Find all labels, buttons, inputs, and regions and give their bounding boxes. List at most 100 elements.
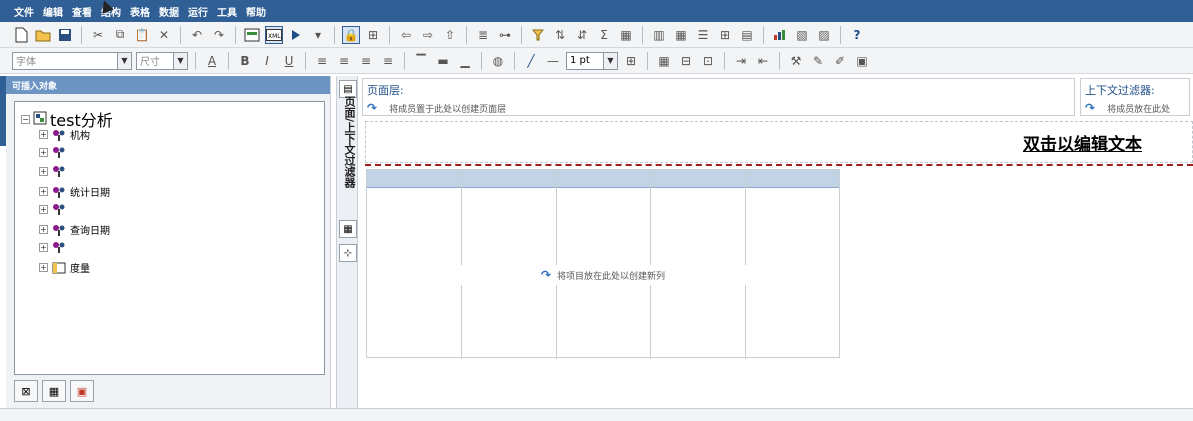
underline-button[interactable]: U	[280, 52, 298, 70]
line-color-icon[interactable]: ╱	[522, 52, 540, 70]
align-right-icon[interactable]: ≡	[357, 52, 375, 70]
crosstab-grid[interactable]: ↷ 将项目放在此处以创建新列	[366, 169, 840, 359]
xml-icon[interactable]: XML	[265, 25, 283, 44]
new-file-icon[interactable]	[12, 26, 30, 44]
insert-icon[interactable]: ▤	[738, 26, 756, 44]
table-border-icon[interactable]: ▦	[655, 52, 673, 70]
expand-icon[interactable]: +	[39, 166, 48, 176]
list-icon[interactable]: ≣	[474, 26, 492, 44]
filter-icon[interactable]	[529, 26, 547, 44]
paste-icon[interactable]: 📋	[133, 26, 151, 44]
align-left-icon[interactable]: ≡	[313, 52, 331, 70]
table-icon[interactable]: ▦	[672, 26, 690, 44]
undo-icon[interactable]: ↶	[188, 26, 206, 44]
layout-icon[interactable]: ⊞	[364, 26, 382, 44]
tools-icon[interactable]: ⚒	[787, 52, 805, 70]
font-select[interactable]: 字体 ▼	[12, 51, 132, 70]
align-justify-icon[interactable]: ≡	[379, 52, 397, 70]
image-icon[interactable]: ▣	[853, 52, 871, 70]
source-tab-icon[interactable]: ⊠	[14, 380, 38, 402]
brush-icon[interactable]: ✎	[809, 52, 827, 70]
dimension-icon	[52, 165, 66, 177]
open-folder-icon[interactable]	[34, 26, 52, 44]
collapse-icon[interactable]: −	[21, 114, 30, 124]
menu-view[interactable]: 查看	[72, 4, 92, 19]
toolbar-separator	[305, 51, 306, 70]
query-icon[interactable]	[243, 26, 261, 44]
line-style-icon[interactable]: —	[544, 52, 562, 70]
expand-icon[interactable]: +	[39, 204, 48, 214]
tree-item-dimension[interactable]: +	[39, 146, 70, 158]
valign-middle-icon[interactable]: ▬	[434, 52, 452, 70]
forward-arrow-icon[interactable]: ⇨	[419, 26, 437, 44]
table-layout-icon[interactable]: ▦	[339, 220, 357, 238]
font-size-select[interactable]: 尺寸 ▼	[136, 51, 188, 70]
up-arrow-icon[interactable]: ⇧	[441, 26, 459, 44]
data-items-tab-icon[interactable]: ▦	[42, 380, 66, 402]
fill-color-icon[interactable]: ◍	[489, 52, 507, 70]
save-icon[interactable]	[56, 26, 74, 44]
menu-help[interactable]: 帮助	[246, 4, 266, 19]
menu-table[interactable]: 表格	[130, 4, 150, 19]
expand-icon[interactable]: +	[39, 147, 48, 157]
clear-format-icon[interactable]: ✐	[831, 52, 849, 70]
menu-data[interactable]: 数据	[159, 4, 179, 19]
chart-settings-icon[interactable]: ▧	[793, 26, 811, 44]
line-width-select[interactable]: 1 pt ▼	[566, 51, 618, 70]
menu-file[interactable]: 文件	[14, 4, 34, 19]
run-icon[interactable]	[287, 26, 305, 44]
chart-icon[interactable]	[771, 26, 789, 44]
help-icon[interactable]: ?	[848, 26, 866, 44]
menu-tools[interactable]: 工具	[217, 4, 237, 19]
chart-edit-icon[interactable]: ▨	[815, 26, 833, 44]
format-icon[interactable]: ▦	[617, 26, 635, 44]
copy-icon[interactable]: ⧉	[111, 26, 129, 44]
header-text[interactable]: 双击以编辑文本	[1023, 130, 1142, 155]
sum-icon[interactable]: Σ	[595, 26, 613, 44]
tree-item-dimension[interactable]: +	[39, 203, 70, 215]
tree-item-dimension[interactable]: + 查询日期	[39, 222, 110, 237]
back-arrow-icon[interactable]: ⇦	[397, 26, 415, 44]
expand-icon[interactable]: +	[39, 187, 48, 196]
tree-item-measures[interactable]: + 度量	[39, 260, 90, 275]
lock-icon[interactable]: 🔒	[342, 25, 360, 44]
bold-button[interactable]: B	[236, 52, 254, 70]
italic-button[interactable]: I	[258, 52, 276, 70]
expand-icon[interactable]: +	[39, 130, 48, 139]
tree-item-dimension[interactable]: + 机构	[39, 127, 90, 142]
valign-top-icon[interactable]: ▔	[412, 52, 430, 70]
sort-asc-icon[interactable]: ⇅	[551, 26, 569, 44]
menu-edit[interactable]: 编辑	[43, 4, 63, 19]
merge-icon[interactable]: ⊟	[677, 52, 695, 70]
font-color-icon[interactable]: A	[203, 52, 221, 70]
grid-drop-hint[interactable]: ↷ 将项目放在此处以创建新列	[367, 265, 839, 285]
outdent-icon[interactable]: ⇤	[754, 52, 772, 70]
toolbox-tab-icon[interactable]: ▣	[70, 380, 94, 402]
sort-desc-icon[interactable]: ⇵	[573, 26, 591, 44]
run-dropdown-icon[interactable]: ▾	[309, 26, 327, 44]
tree-icon[interactable]: ⊶	[496, 26, 514, 44]
row-icon[interactable]: ☰	[694, 26, 712, 44]
report-header[interactable]: 双击以编辑文本	[365, 121, 1193, 163]
cut-icon[interactable]: ✂	[89, 26, 107, 44]
tree-item-dimension[interactable]: +	[39, 165, 70, 177]
tree-item-dimension[interactable]: + 统计日期	[39, 184, 110, 199]
delete-icon[interactable]: ✕	[155, 26, 173, 44]
column-icon[interactable]: ▥	[650, 26, 668, 44]
split-icon[interactable]: ⊡	[699, 52, 717, 70]
context-filter-dropzone[interactable]: 上下文过滤器: ↷ 将成员放在此处	[1080, 78, 1190, 116]
redo-icon[interactable]: ↷	[210, 26, 228, 44]
menu-run[interactable]: 运行	[188, 4, 208, 19]
valign-bottom-icon[interactable]: ▁	[456, 52, 474, 70]
toolbar-separator	[763, 25, 764, 44]
crosstab-icon[interactable]: ⊞	[716, 26, 734, 44]
tree-item-dimension[interactable]: +	[39, 241, 70, 253]
expand-icon[interactable]: +	[39, 263, 48, 272]
page-layer-dropzone[interactable]: 页面层: ↷ 将成员置于此处以创建页面层	[362, 78, 1075, 116]
indent-icon[interactable]: ⇥	[732, 52, 750, 70]
align-center-icon[interactable]: ≡	[335, 52, 353, 70]
expand-icon[interactable]: +	[39, 242, 48, 252]
hierarchy-icon[interactable]: ⊹	[339, 244, 357, 262]
expand-icon[interactable]: +	[39, 225, 48, 234]
border-icon[interactable]: ⊞	[622, 52, 640, 70]
